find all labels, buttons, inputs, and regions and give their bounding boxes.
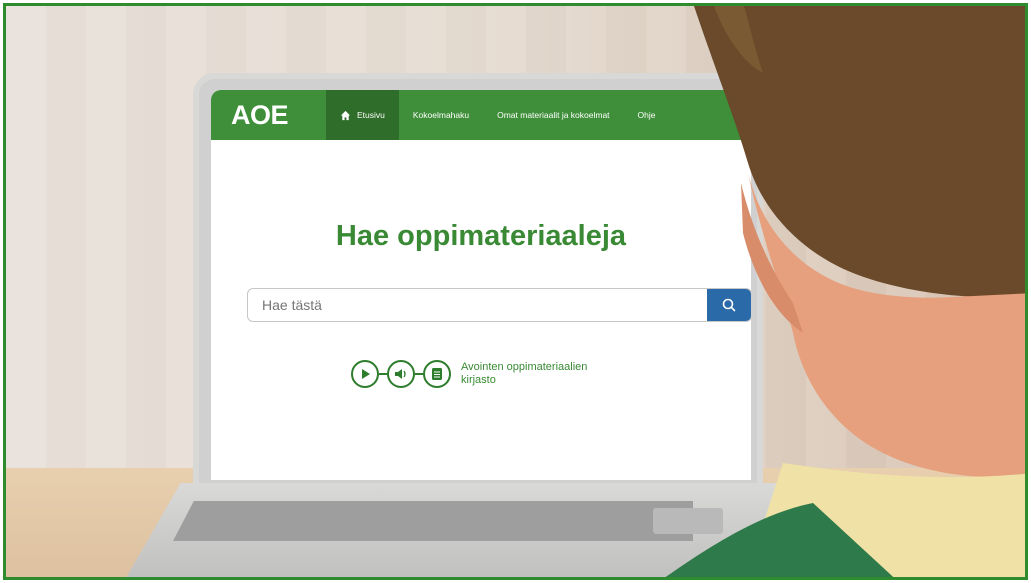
site-logo[interactable]: AOE xyxy=(211,100,326,131)
document-icon xyxy=(423,360,451,388)
laptop-screen: AOE Etusivu Kokoelmahaku Omat materiaali… xyxy=(211,90,751,480)
brand-text: Avointen oppimateriaalien kirjasto xyxy=(461,361,621,387)
laptop-touchpad xyxy=(653,508,723,534)
brand-text-line1: Avointen oppimateriaalien xyxy=(461,361,588,373)
connector-line xyxy=(415,373,423,375)
top-navigation: AOE Etusivu Kokoelmahaku Omat materiaali… xyxy=(211,90,751,140)
home-icon xyxy=(340,110,351,120)
nav-item-label: Omat materiaalit ja kokoelmat xyxy=(497,110,610,120)
nav-item-label: Kokoelmahaku xyxy=(412,110,470,120)
nav-item-ohje[interactable]: Ohje xyxy=(624,90,670,140)
search-bar xyxy=(247,288,751,322)
search-input[interactable] xyxy=(248,289,708,321)
nav-item-label: Ohje xyxy=(637,110,656,120)
nav-item-label: Etusivu xyxy=(357,110,385,120)
speaker-icon xyxy=(387,360,415,388)
nav-item-kokoelmahaku[interactable]: Kokoelmahaku xyxy=(399,90,483,140)
brand-text-line2: kirjasto xyxy=(461,374,496,386)
nav-item-omat-materiaalit[interactable]: Omat materiaalit ja kokoelmat xyxy=(483,90,623,140)
play-icon xyxy=(351,360,379,388)
search-button[interactable] xyxy=(707,289,751,321)
aoe-brand-logo: Avointen oppimateriaalien kirjasto xyxy=(351,360,621,388)
search-icon xyxy=(722,298,736,312)
nav-item-etusivu[interactable]: Etusivu xyxy=(326,90,399,140)
connector-line xyxy=(379,373,387,375)
laptop-keyboard xyxy=(173,501,693,541)
page-title: Hae oppimateriaaleja xyxy=(335,220,627,252)
illustration-frame: AOE Etusivu Kokoelmahaku Omat materiaali… xyxy=(3,3,1028,580)
brand-icons xyxy=(351,360,451,388)
